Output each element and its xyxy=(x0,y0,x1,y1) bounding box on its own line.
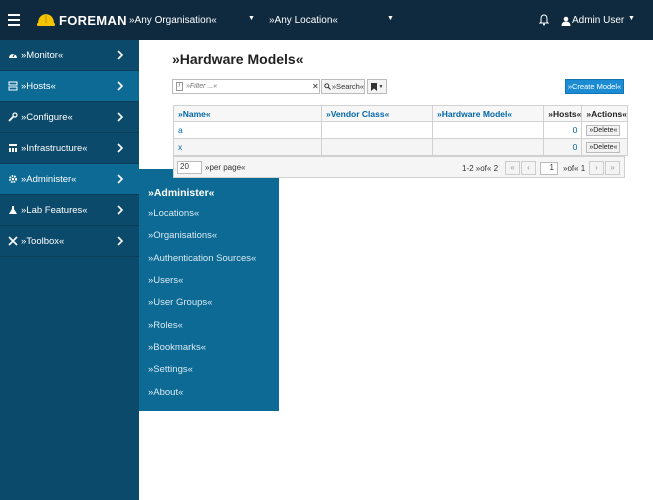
model-name-link[interactable]: a xyxy=(173,121,322,139)
per-page-select[interactable]: 20 xyxy=(177,161,202,174)
search-button-label: »Search« xyxy=(331,82,364,91)
vendor-class-cell xyxy=(320,121,434,139)
server-icon xyxy=(8,81,18,91)
sidebar: »Monitor« »Hosts« »Configure« »Infrastru… xyxy=(0,40,139,500)
sidebar-item-label: »Lab Features« xyxy=(21,204,88,216)
table-row: a 0 »Delete« xyxy=(173,121,628,139)
caret-down-icon: ▼ xyxy=(378,83,384,90)
delete-button[interactable]: »Delete« xyxy=(586,125,621,136)
user-icon xyxy=(561,16,571,26)
column-header-hardware-model[interactable]: »Hardware Model« xyxy=(431,105,545,122)
brand-name: FOREMAN xyxy=(59,12,127,28)
page-count: »of« 1 xyxy=(563,164,586,173)
page-title: »Hardware Models« xyxy=(172,51,304,67)
gear-icon xyxy=(9,175,17,183)
per-page-label: »per page« xyxy=(205,163,246,172)
wrench-icon xyxy=(8,112,18,122)
sidebar-item-infrastructure[interactable]: »Infrastructure« xyxy=(0,133,139,164)
filter-slash-icon: / xyxy=(176,82,183,91)
flask-icon xyxy=(9,206,17,214)
menu-item-organisations[interactable]: »Organisations« xyxy=(148,230,217,241)
sidebar-item-monitor[interactable]: »Monitor« xyxy=(0,40,139,71)
hosts-count-link[interactable]: 0 xyxy=(543,121,583,139)
hosts-count-link[interactable]: 0 xyxy=(543,138,583,156)
user-name: Admin User xyxy=(572,15,625,26)
sidebar-item-lab-features[interactable]: »Lab Features« xyxy=(0,195,139,226)
page-number-input[interactable]: 1 xyxy=(540,162,558,175)
next-page-button[interactable]: › xyxy=(589,161,604,175)
search-icon xyxy=(324,83,331,90)
caret-down-icon[interactable]: ▼ xyxy=(248,15,255,22)
administer-flyout-menu: »Administer« »Locations« »Organisations«… xyxy=(139,169,279,411)
chevron-right-icon xyxy=(117,81,124,91)
column-header-actions: »Actions« xyxy=(581,105,628,122)
hamburger-menu-icon[interactable] xyxy=(8,14,20,26)
bookmarks-dropdown[interactable]: ▼ xyxy=(367,79,387,94)
pagination-bar: 20 »per page« 1-2 »of« 2 « ‹ 1 »of« 1 › … xyxy=(173,156,625,178)
menu-item-locations[interactable]: »Locations« xyxy=(148,208,199,219)
bell-icon[interactable] xyxy=(539,14,549,26)
user-menu[interactable]: Admin User xyxy=(561,15,624,26)
menu-item-settings[interactable]: »Settings« xyxy=(148,364,193,375)
location-selector[interactable]: »Any Location« xyxy=(269,15,338,26)
delete-button[interactable]: »Delete« xyxy=(586,142,621,153)
pagination-range: 1-2 »of« 2 xyxy=(462,164,499,173)
first-page-button[interactable]: « xyxy=(505,161,520,175)
bookmark-icon xyxy=(370,82,377,91)
caret-down-icon[interactable]: ▼ xyxy=(387,15,394,22)
actions-cell: »Delete« xyxy=(581,121,628,139)
table-row: x 0 »Delete« xyxy=(173,138,628,156)
menu-item-authentication-sources[interactable]: »Authentication Sources« xyxy=(148,253,256,264)
sidebar-item-label: »Configure« xyxy=(21,111,73,123)
chevron-right-icon xyxy=(117,143,124,153)
sidebar-item-toolbox[interactable]: »Toolbox« xyxy=(0,226,139,257)
top-navbar: FOREMAN »Any Organisation« ▼ »Any Locati… xyxy=(0,0,653,40)
chevron-right-icon xyxy=(117,50,124,60)
sidebar-item-label: »Toolbox« xyxy=(21,235,65,247)
organisation-selector[interactable]: »Any Organisation« xyxy=(129,15,217,26)
menu-item-about[interactable]: »About« xyxy=(148,387,183,398)
search-input[interactable] xyxy=(186,81,306,92)
caret-down-icon[interactable]: ▼ xyxy=(628,15,635,22)
sidebar-item-administer[interactable]: »Administer« xyxy=(0,164,139,195)
sidebar-item-label: »Monitor« xyxy=(21,49,64,61)
sidebar-item-configure[interactable]: »Configure« xyxy=(0,102,139,133)
model-name-link[interactable]: x xyxy=(173,138,322,156)
previous-page-button[interactable]: ‹ xyxy=(521,161,536,175)
sidebar-item-label: »Hosts« xyxy=(21,80,56,92)
chevron-right-icon xyxy=(117,236,124,246)
sidebar-item-hosts[interactable]: »Hosts« xyxy=(0,71,139,102)
dashboard-icon xyxy=(9,52,17,58)
column-header-vendor-class[interactable]: »Vendor Class« xyxy=(320,105,434,122)
create-model-button[interactable]: »Create Model« xyxy=(565,79,624,94)
sidebar-item-label: »Infrastructure« xyxy=(21,142,88,154)
clear-icon[interactable]: ✕ xyxy=(312,82,319,91)
actions-cell: »Delete« xyxy=(581,138,628,156)
brand-logo[interactable]: FOREMAN xyxy=(36,10,127,30)
network-icon xyxy=(9,144,17,152)
hardware-model-cell xyxy=(431,138,545,156)
hardware-models-table: »Name« »Vendor Class« »Hardware Model« »… xyxy=(173,105,628,156)
menu-item-users[interactable]: »Users« xyxy=(148,275,183,286)
last-page-button[interactable]: » xyxy=(605,161,620,175)
helmet-icon xyxy=(37,14,55,26)
column-header-name[interactable]: »Name« xyxy=(173,105,322,122)
column-header-hosts: »Hosts« xyxy=(543,105,583,122)
chevron-right-icon xyxy=(117,174,124,184)
flyout-title: »Administer« xyxy=(148,187,215,199)
vendor-class-cell xyxy=(320,138,434,156)
menu-item-bookmarks[interactable]: »Bookmarks« xyxy=(148,342,206,353)
search-box: / ✕ xyxy=(172,79,320,94)
hardware-model-cell xyxy=(431,121,545,139)
tools-icon xyxy=(8,236,18,246)
chevron-right-icon xyxy=(117,112,124,122)
chevron-right-icon xyxy=(117,205,124,215)
per-page-value: 20 xyxy=(180,162,189,171)
menu-item-user-groups[interactable]: »User Groups« xyxy=(148,297,212,308)
menu-item-roles[interactable]: »Roles« xyxy=(148,320,183,331)
sidebar-item-label: »Administer« xyxy=(21,173,77,185)
search-button[interactable]: »Search« xyxy=(321,79,365,94)
